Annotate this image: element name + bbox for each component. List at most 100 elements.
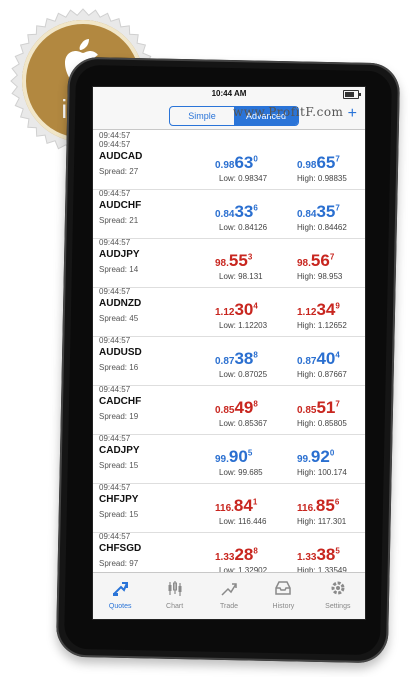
segment-simple[interactable]: Simple [170, 107, 234, 125]
quote-row[interactable]: 09:44:57 CADJPY Spread: 15 99.905 Low: 9… [93, 434, 365, 484]
bid-price[interactable]: 1.33288 [215, 545, 258, 565]
bid-price-pip: 6 [253, 203, 258, 213]
ask-price-pip: 0 [329, 448, 335, 458]
tab-quotes[interactable]: Quotes [93, 573, 147, 619]
tab-label: Trade [220, 603, 239, 610]
bid-price[interactable]: 0.85498 [215, 398, 258, 418]
quote-low: Low: 116.446 [219, 517, 267, 526]
bid-price[interactable]: 116.841 [215, 496, 257, 516]
bid-price[interactable]: 1.12304 [215, 300, 258, 320]
ask-price[interactable]: 99.920 [297, 447, 334, 467]
settings-icon [331, 581, 345, 595]
bid-price-big: 55 [228, 251, 248, 270]
bid-price[interactable]: 0.84336 [215, 202, 258, 222]
ask-price-prefix: 0.98 [297, 160, 317, 171]
quote-low: Low: 0.84126 [219, 223, 268, 232]
quote-row[interactable]: 09:44:57 CADCHF Spread: 19 0.85498 Low: … [93, 385, 365, 435]
bid-price[interactable]: 98.553 [215, 251, 252, 271]
quote-row[interactable]: 09:44:57 CHFJPY Spread: 15 116.841 Low: … [93, 483, 365, 533]
tab-label: Quotes [108, 603, 132, 610]
ask-price-big: 34 [316, 300, 336, 319]
quote-low: Low: 0.87025 [219, 370, 268, 379]
ask-price-pip: 5 [335, 546, 340, 556]
quote-symbol: AUDCHF [99, 200, 142, 211]
bid-price-pip: 1 [252, 497, 258, 507]
ask-price[interactable]: 0.87404 [297, 349, 340, 369]
quote-symbol: CHFSGD [99, 543, 142, 554]
bid-price-prefix: 0.84 [215, 209, 235, 220]
ask-price-big: 38 [316, 545, 336, 564]
status-time: 10:44 AM [211, 89, 247, 98]
ask-price[interactable]: 98.567 [297, 251, 334, 271]
ask-price[interactable]: 116.856 [297, 496, 339, 516]
tab-history[interactable]: History [256, 573, 310, 619]
bid-price-big: 28 [234, 545, 254, 564]
quote-high: High: 0.85805 [297, 419, 347, 428]
quote-spread: Spread: 15 [99, 510, 139, 519]
quote-spread: Spread: 15 [99, 461, 139, 470]
quote-row[interactable]: 09:44:57 CHFSGD Spread: 97 1.33288 Low: … [93, 532, 365, 573]
quote-time: 09:44:57 [99, 189, 131, 198]
bid-price[interactable]: 0.98630 [215, 153, 258, 173]
bid-price[interactable]: 99.905 [215, 447, 252, 467]
battery-icon [343, 90, 361, 99]
quote-time: 09:44:57 [99, 483, 131, 492]
bid-price-prefix: 0.87 [215, 356, 235, 367]
quote-high: High: 0.84462 [297, 223, 347, 232]
quote-row[interactable]: 09:44:57 AUDCHF Spread: 21 0.84336 Low: … [93, 189, 365, 239]
quote-spread: Spread: 45 [99, 314, 139, 323]
ask-price-prefix: 1.12 [297, 307, 317, 318]
header-time: 09:44:57 [99, 131, 131, 140]
ask-price-big: 65 [316, 153, 336, 172]
bid-price-pip: 4 [253, 301, 258, 311]
quote-symbol: AUDUSD [99, 347, 142, 358]
quote-row[interactable]: 09:44:57 AUDCAD Spread: 27 0.98630 Low: … [93, 141, 365, 190]
quote-row[interactable]: 09:44:57 AUDUSD Spread: 16 0.87388 Low: … [93, 336, 365, 386]
quotes-list[interactable]: 09:44:57 AUDCAD Spread: 27 0.98630 Low: … [93, 141, 365, 573]
ask-price[interactable]: 0.85517 [297, 398, 340, 418]
bid-price-big: 84 [233, 496, 253, 515]
ask-price-big: 40 [316, 349, 336, 368]
quote-row[interactable]: 09:44:57 AUDJPY Spread: 14 98.553 Low: 9… [93, 238, 365, 288]
quote-time: 09:44:57 [99, 141, 131, 149]
tab-chart[interactable]: Chart [147, 573, 201, 619]
quote-low: Low: 0.98347 [219, 174, 268, 183]
tab-label: Chart [166, 603, 184, 610]
ask-price-prefix: 0.87 [297, 356, 317, 367]
ask-price-big: 85 [315, 496, 335, 515]
ask-price-big: 51 [316, 398, 336, 417]
ask-price[interactable]: 0.98657 [297, 153, 340, 173]
tab-trade[interactable]: Trade [202, 573, 256, 619]
bid-price-big: 38 [234, 349, 254, 368]
ask-price-prefix: 98. [297, 258, 311, 269]
chart-icon [168, 581, 182, 596]
ask-price-pip: 7 [329, 252, 335, 262]
quote-low: Low: 98.131 [219, 272, 263, 281]
bid-price-prefix: 0.98 [215, 160, 235, 171]
quote-symbol: AUDJPY [99, 249, 140, 260]
bid-price-pip: 0 [253, 154, 258, 164]
quote-time: 09:44:57 [99, 532, 131, 541]
ask-price-prefix: 0.84 [297, 209, 317, 220]
bid-price-pip: 5 [247, 448, 253, 458]
trade-icon [221, 583, 237, 596]
status-bar: 10:44 AM [93, 87, 365, 101]
quote-row[interactable]: 09:44:57 AUDNZD Spread: 45 1.12304 Low: … [93, 287, 365, 337]
bid-price-prefix: 98. [215, 258, 229, 269]
add-symbol-button[interactable]: + [348, 105, 357, 123]
quote-spread: Spread: 16 [99, 363, 139, 372]
quote-low: Low: 99.685 [219, 468, 263, 477]
ask-price[interactable]: 0.84357 [297, 202, 340, 222]
quote-spread: Spread: 14 [99, 265, 139, 274]
nav-bar: Simple Advanced www.ProfitF.com + [93, 101, 365, 130]
ask-price[interactable]: 1.33385 [297, 545, 340, 565]
quotes-icon [113, 582, 129, 596]
ask-price-prefix: 1.33 [297, 552, 317, 563]
bid-price-big: 63 [234, 153, 254, 172]
bid-price-prefix: 1.12 [215, 307, 235, 318]
quote-time: 09:44:57 [99, 287, 131, 296]
bid-price-big: 30 [234, 300, 254, 319]
tab-settings[interactable]: Settings [311, 573, 365, 619]
ask-price[interactable]: 1.12349 [297, 300, 340, 320]
bid-price[interactable]: 0.87388 [215, 349, 258, 369]
